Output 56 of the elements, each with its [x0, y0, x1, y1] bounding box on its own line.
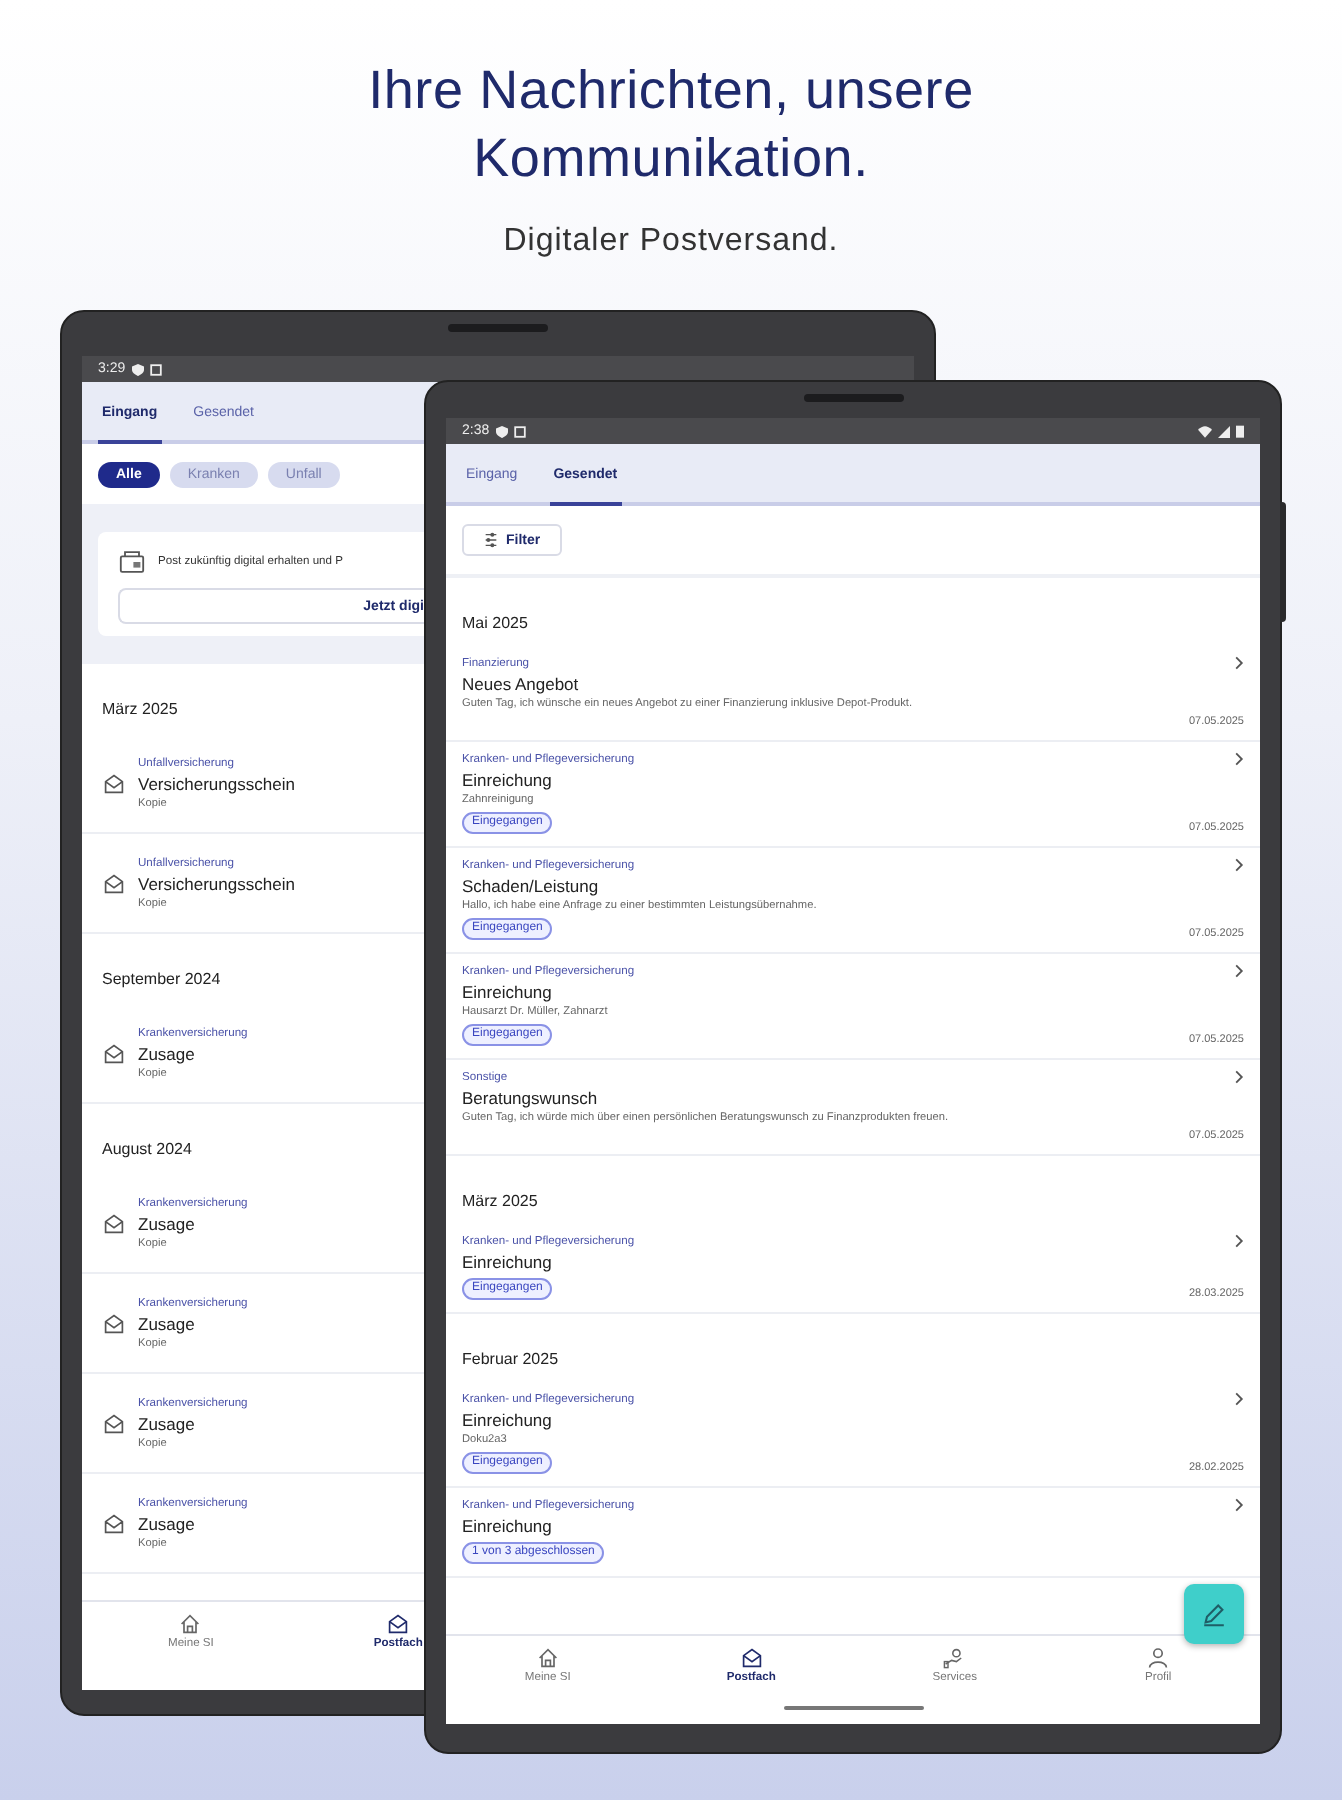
shield-icon — [131, 363, 144, 375]
envelope-icon — [102, 1212, 126, 1236]
section-heading: März 2025 — [100, 698, 180, 722]
chevron-icon — [1234, 964, 1244, 978]
message-title: Versicherungsschein — [138, 872, 295, 896]
envelope-icon — [102, 772, 126, 796]
message-title: Zusage — [138, 1042, 197, 1066]
chevron-icon — [1234, 752, 1244, 766]
message-title: Zusage — [138, 1212, 197, 1236]
chevron-icon — [1234, 1070, 1244, 1084]
signal-icon — [1218, 425, 1230, 437]
chevron-icon — [1234, 1392, 1244, 1406]
mailbox-icon — [118, 548, 146, 576]
message-title: Einreichung — [462, 980, 554, 1004]
message-title: Einreichung — [462, 1250, 554, 1274]
section-heading: September 2024 — [100, 968, 223, 992]
chevron-icon — [1234, 1234, 1244, 1248]
message-title: Zusage — [138, 1312, 197, 1336]
subline: Digitaler Postversand. — [503, 224, 839, 260]
message-title: Einreichung — [462, 1514, 554, 1538]
section-heading: Mai 2025 — [460, 612, 530, 636]
envelope-icon — [102, 872, 126, 896]
square-icon — [149, 363, 162, 375]
message-title: Zusage — [138, 1512, 197, 1536]
section-heading: August 2024 — [100, 1138, 194, 1162]
chevron-icon — [1234, 656, 1244, 670]
pencil-icon — [1200, 1600, 1228, 1628]
home-icon — [178, 1612, 203, 1636]
message-title: Neues Angebot — [462, 672, 581, 696]
envelope-icon — [102, 1512, 126, 1536]
section-heading: März 2025 — [460, 1190, 540, 1214]
message-title: Beratungswunsch — [462, 1086, 600, 1110]
hand-gear-icon — [942, 1646, 967, 1670]
chevron-icon — [1234, 1498, 1244, 1512]
message-title: Einreichung — [462, 1408, 554, 1432]
chevron-icon — [1234, 858, 1244, 872]
compose-button[interactable] — [1184, 1584, 1244, 1644]
section-heading: Februar 2025 — [460, 1348, 561, 1372]
message-title: Versicherungsschein — [138, 772, 295, 796]
headline: Ihre Nachrichten, unsere Kommunikation. — [366, 58, 976, 192]
message-title: Einreichung — [462, 768, 554, 792]
square-icon — [513, 425, 526, 437]
shield-icon — [495, 425, 508, 437]
envelope-icon — [102, 1412, 126, 1436]
home-indicator — [783, 1706, 923, 1710]
envelope-icon — [386, 1612, 411, 1636]
message-title: Zusage — [138, 1412, 197, 1436]
wifi-icon — [1198, 425, 1212, 437]
battery-icon — [1236, 424, 1244, 438]
envelope-icon — [102, 1042, 126, 1066]
home-icon — [535, 1646, 560, 1670]
envelope-icon — [739, 1646, 764, 1670]
filter-icon — [484, 532, 498, 548]
envelope-icon — [102, 1312, 126, 1336]
message-title: Schaden/Leistung — [462, 874, 601, 898]
person-icon — [1146, 1646, 1171, 1670]
